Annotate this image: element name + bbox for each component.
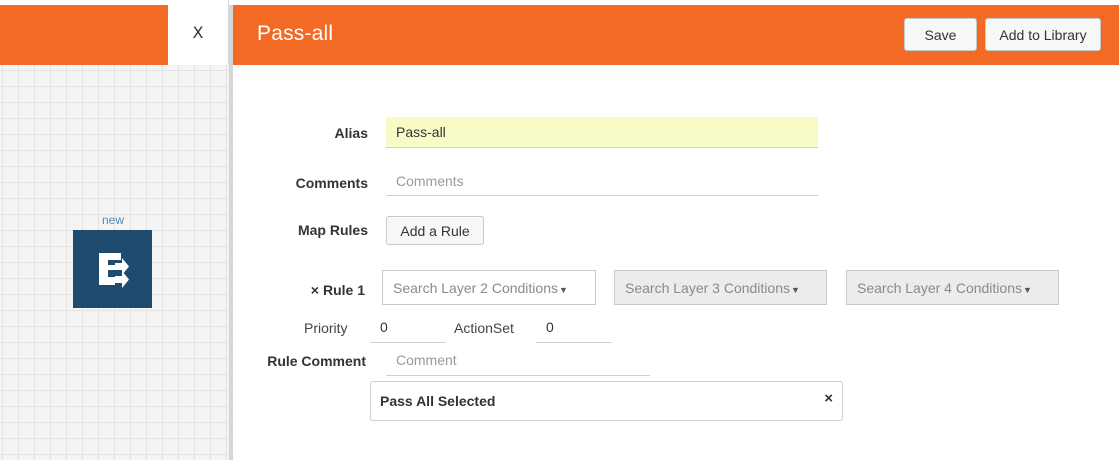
page-title: Pass-all (257, 22, 334, 45)
comments-label: Comments (295, 175, 368, 191)
rule-label: × Rule 1 (285, 282, 365, 298)
priority-label: Priority (304, 320, 348, 336)
rule-name: Rule 1 (322, 282, 365, 298)
close-icon[interactable]: × (824, 390, 833, 407)
save-button[interactable]: Save (904, 18, 977, 51)
actionset-label: ActionSet (454, 320, 514, 336)
priority-field[interactable] (370, 312, 446, 343)
map-rules-label: Map Rules (297, 222, 368, 238)
selected-text: Pass All Selected (380, 393, 496, 409)
chevron-down-icon: ▼ (1023, 284, 1032, 295)
layer2-placeholder: Search Layer 2 Conditions (393, 279, 558, 296)
layer3-conditions-select[interactable]: Search Layer 3 Conditions ▼ (614, 270, 827, 305)
node-label: new (101, 213, 124, 227)
close-button[interactable]: X (168, 0, 229, 65)
alias-label: Alias (334, 125, 368, 141)
editor-header: Pass-all Save Add to Library (233, 5, 1119, 65)
remove-rule-icon[interactable]: × (311, 282, 319, 298)
add-rule-button[interactable]: Add a Rule (386, 216, 484, 245)
export-e-icon (98, 253, 129, 288)
canvas-node[interactable]: new (73, 213, 153, 308)
node-box[interactable] (73, 230, 152, 308)
chevron-down-icon: ▼ (791, 284, 800, 295)
page: X new Pass-all Save Add to Library Alias… (0, 0, 1119, 460)
canvas-divider[interactable] (229, 5, 233, 460)
chevron-down-icon: ▼ (559, 284, 568, 295)
layer2-conditions-select[interactable]: Search Layer 2 Conditions ▼ (382, 270, 596, 305)
add-to-library-button[interactable]: Add to Library (985, 18, 1101, 51)
rule-comment-field[interactable] (386, 345, 650, 376)
alias-field[interactable] (386, 117, 818, 148)
actionset-field[interactable] (536, 312, 612, 343)
rule-comment-label: Rule Comment (267, 353, 366, 369)
close-icon: X (192, 23, 204, 42)
layer3-placeholder: Search Layer 3 Conditions (625, 279, 790, 296)
layer4-conditions-select[interactable]: Search Layer 4 Conditions ▼ (846, 270, 1059, 305)
canvas-header-band (0, 5, 168, 65)
layer4-placeholder: Search Layer 4 Conditions (857, 279, 1022, 296)
pass-all-selected-panel: Pass All Selected × (370, 381, 843, 421)
comments-field[interactable] (386, 166, 818, 196)
